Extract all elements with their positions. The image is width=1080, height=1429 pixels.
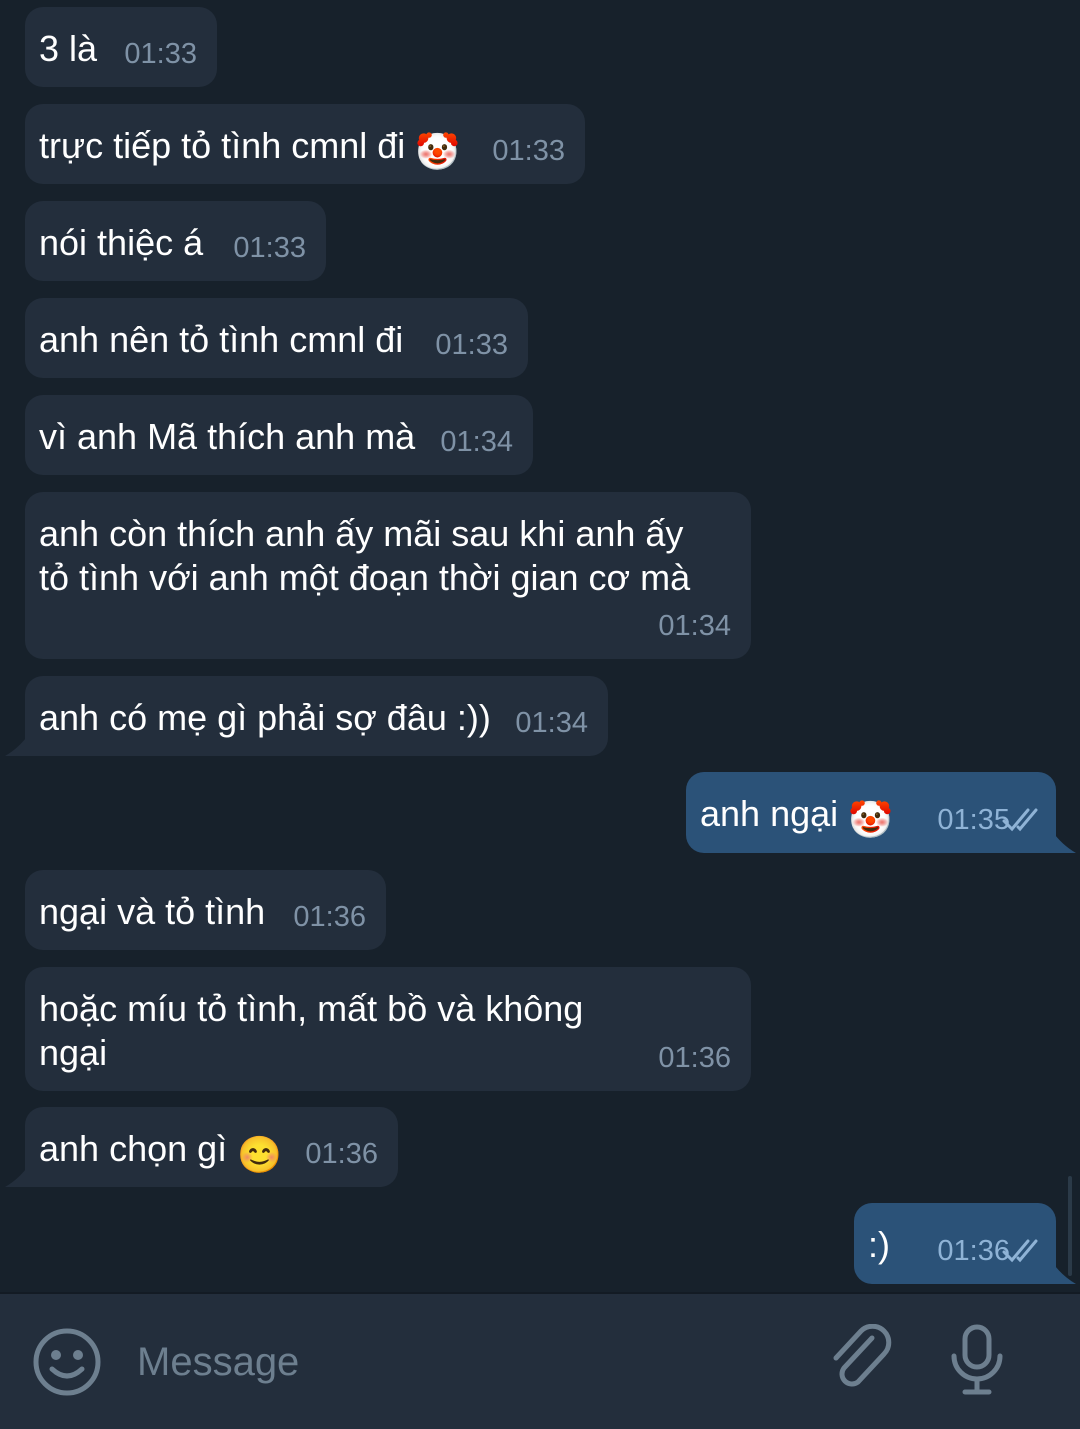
clown-face-emoji: 🤡	[415, 131, 461, 172]
message-text: vì anh Mã thích anh mà	[39, 416, 416, 457]
message-bubble-incoming[interactable]: anh chọn gì 😊 01:36	[25, 1107, 398, 1187]
message-time: 01:34	[658, 610, 731, 642]
bubble-tail	[5, 1165, 29, 1187]
message-time: 01:34	[515, 707, 588, 739]
message-bubble-incoming[interactable]: anh nên tỏ tình cmnl đi 01:33	[25, 298, 528, 378]
double-check-icon	[1002, 1239, 1038, 1263]
message-composer: Message	[0, 1292, 1080, 1429]
message-time: 01:36	[937, 1235, 1010, 1267]
message-bubble-incoming[interactable]: anh có mẹ gì phải sợ đâu :)) 01:34	[25, 676, 608, 756]
message-bubble-incoming[interactable]: nói thiệc á 01:33	[25, 201, 326, 281]
message-text: :)	[868, 1224, 890, 1265]
message-text: trực tiếp tỏ tình cmnl đi	[39, 125, 406, 166]
smiling-face-emoji: 😊	[237, 1134, 282, 1175]
message-time: 01:35	[937, 804, 1010, 836]
message-text: anh ngại	[700, 793, 839, 834]
chat-area[interactable]: 3 là 01:33 trực tiếp tỏ tình cmnl đi 🤡 0…	[0, 0, 1080, 1292]
message-time: 01:36	[658, 1042, 731, 1074]
smile-icon[interactable]	[32, 1327, 102, 1397]
message-bubble-outgoing[interactable]: :) 01:36	[854, 1203, 1056, 1284]
message-text: nói thiệc á	[39, 222, 204, 263]
message-time: 01:33	[492, 135, 565, 167]
clown-face-emoji: 🤡	[848, 799, 893, 840]
message-text: hoặc míu tỏ tình, mất bồ và không ngại	[39, 988, 584, 1073]
message-time: 01:33	[124, 38, 197, 70]
message-text: anh nên tỏ tình cmnl đi	[39, 319, 404, 360]
message-bubble-outgoing[interactable]: anh ngại 🤡 01:35	[686, 772, 1056, 853]
double-check-icon	[1002, 808, 1038, 832]
message-time: 01:34	[440, 426, 513, 458]
message-bubble-incoming[interactable]: trực tiếp tỏ tình cmnl đi 🤡 01:33	[25, 104, 585, 184]
message-bubble-incoming[interactable]: hoặc míu tỏ tình, mất bồ và không ngại 0…	[25, 967, 751, 1091]
bubble-tail	[1052, 831, 1076, 853]
message-bubble-incoming[interactable]: anh còn thích anh ấy mãi sau khi anh ấy …	[25, 492, 751, 659]
message-bubble-incoming[interactable]: 3 là 01:33	[25, 7, 217, 87]
message-time: 01:33	[435, 329, 508, 361]
message-text: anh còn thích anh ấy mãi sau khi anh ấy …	[39, 513, 691, 598]
message-input[interactable]: Message	[137, 1338, 299, 1386]
message-text: ngại và tỏ tình	[39, 891, 266, 932]
message-time: 01:33	[233, 232, 306, 264]
bubble-tail	[5, 734, 29, 756]
paperclip-icon[interactable]	[826, 1324, 896, 1396]
message-time: 01:36	[305, 1138, 378, 1170]
message-text: anh có mẹ gì phải sợ đâu :))	[39, 697, 491, 738]
message-text: 3 là	[39, 28, 98, 69]
scrollbar[interactable]	[1068, 1176, 1072, 1276]
message-bubble-incoming[interactable]: ngại và tỏ tình 01:36	[25, 870, 386, 950]
message-text: anh chọn gì	[39, 1128, 228, 1169]
microphone-icon[interactable]	[946, 1324, 1008, 1396]
message-bubble-incoming[interactable]: vì anh Mã thích anh mà 01:34	[25, 395, 533, 475]
bubble-tail	[1052, 1262, 1076, 1284]
message-time: 01:36	[293, 901, 366, 933]
